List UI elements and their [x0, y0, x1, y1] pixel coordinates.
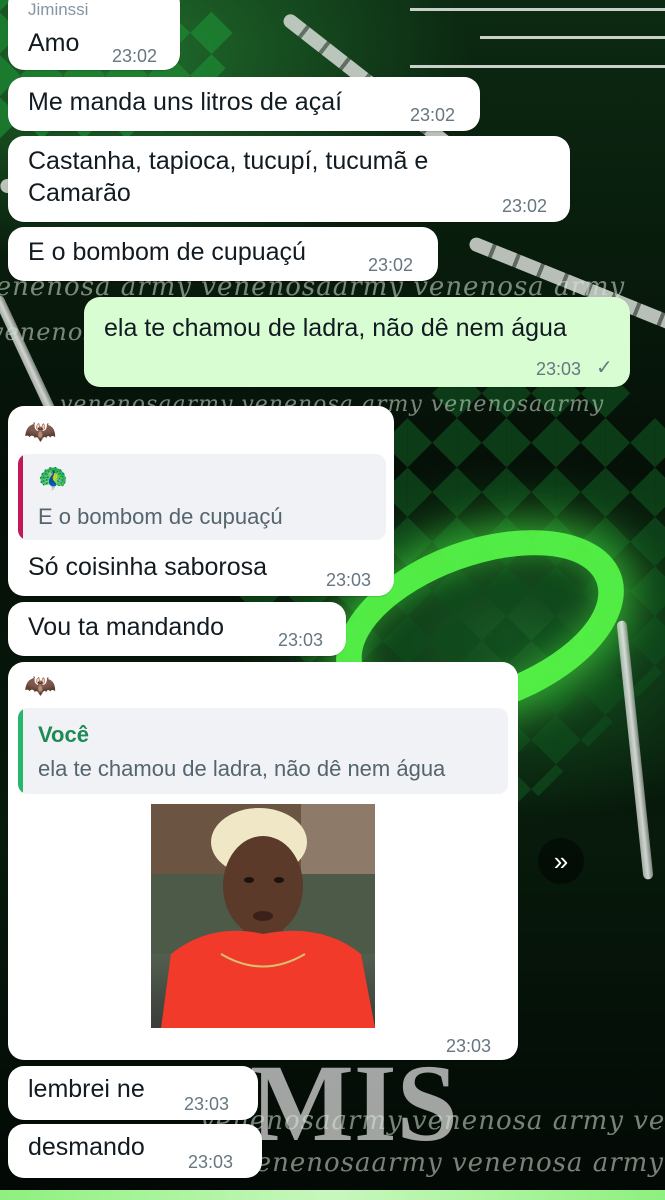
- incoming-message-bubble[interactable]: Jiminssi Amo 23:02: [8, 0, 180, 70]
- message-timestamp: 23:02: [502, 196, 548, 216]
- sender-name: Jiminssi: [28, 0, 89, 19]
- message-timestamp: 23:03: [184, 1094, 230, 1114]
- forward-icon[interactable]: »: [538, 838, 584, 884]
- quote-accent-bar: [18, 454, 23, 540]
- message-timestamp: 23:02: [112, 46, 158, 66]
- message-timestamp: 23:03: [446, 1036, 492, 1056]
- incoming-message-bubble[interactable]: E o bombom de cupuaçú 23:02: [8, 227, 438, 281]
- incoming-message-bubble[interactable]: desmando 23:03: [8, 1124, 262, 1178]
- message-text: desmando: [28, 1133, 145, 1161]
- message-text: Amo: [28, 29, 80, 57]
- incoming-message-bubble[interactable]: Vou ta mandando 23:03: [8, 602, 346, 656]
- quoted-text: ela te chamou de ladra, não dê nem água: [38, 756, 446, 781]
- shared-photo[interactable]: [151, 804, 375, 1028]
- message-text-line-1: Castanha, tapioca, tucupí, tucumã e: [28, 147, 429, 175]
- message-timestamp: 23:03: [278, 630, 324, 650]
- incoming-message-bubble[interactable]: Castanha, tapioca, tucupí, tucumã e Cama…: [8, 136, 570, 222]
- quoted-sender-name: Você: [38, 722, 89, 747]
- chat-message-list[interactable]: Jiminssi Amo 23:02 Me manda uns litros d…: [0, 0, 665, 1200]
- message-timestamp: 23:03: [536, 359, 582, 379]
- incoming-message-bubble[interactable]: Me manda uns litros de açaí 23:02: [8, 77, 480, 131]
- incoming-photo-reply-bubble[interactable]: 🦇 Você ela te chamou de ladra, não dê ne…: [8, 662, 518, 1060]
- message-text: E o bombom de cupuaçú: [28, 238, 306, 266]
- message-timestamp: 23:02: [368, 255, 414, 275]
- message-text: lembrei ne: [28, 1075, 145, 1103]
- message-text-line-2: Camarão: [28, 179, 131, 207]
- next-message-edge: [0, 1190, 665, 1200]
- message-text: Só coisinha saborosa: [28, 553, 268, 581]
- message-text: ela te chamou de ladra, não dê nem água: [104, 314, 567, 342]
- bat-emoji-icon: 🦇: [24, 416, 57, 446]
- message-text: Vou ta mandando: [28, 613, 224, 641]
- outgoing-message-bubble[interactable]: ela te chamou de ladra, não dê nem água …: [84, 297, 630, 387]
- message-timestamp: 23:02: [410, 105, 456, 125]
- quoted-message[interactable]: Você ela te chamou de ladra, não dê nem …: [18, 708, 508, 794]
- peacock-emoji-icon: 🦚: [38, 465, 68, 492]
- bat-emoji-icon: 🦇: [24, 670, 57, 700]
- message-timestamp: 23:03: [188, 1152, 234, 1172]
- quoted-message[interactable]: 🦚 E o bombom de cupuaçú: [18, 454, 386, 540]
- single-check-icon: ✓: [596, 357, 613, 379]
- quote-accent-bar: [18, 708, 23, 794]
- message-timestamp: 23:03: [326, 570, 372, 590]
- photo-content: [151, 804, 375, 1028]
- incoming-message-bubble[interactable]: lembrei ne 23:03: [8, 1066, 258, 1120]
- incoming-reply-bubble[interactable]: 🦇 🦚 E o bombom de cupuaçú Só coisinha sa…: [8, 406, 394, 596]
- quoted-text: E o bombom de cupuaçú: [38, 504, 283, 529]
- message-text: Me manda uns litros de açaí: [28, 88, 343, 116]
